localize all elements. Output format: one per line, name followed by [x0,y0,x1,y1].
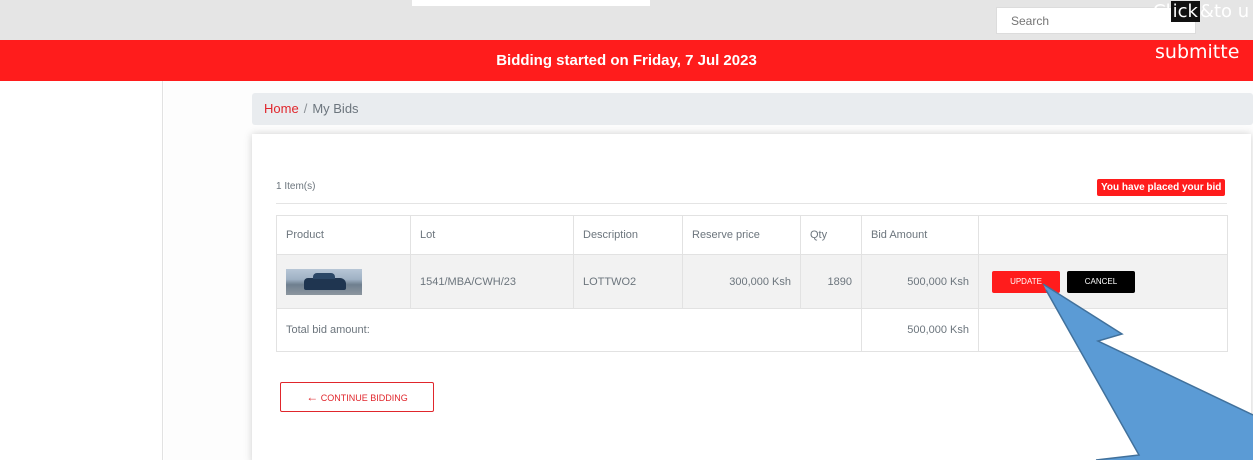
bid-amount-cell: 500,000 Ksh [861,254,979,309]
total-label: Total bid amount: [276,308,862,352]
bids-table: Product Lot Description Reserve price Qt… [276,215,1228,352]
lot-cell: 1541/MBA/CWH/23 [410,254,574,309]
table-row: 1541/MBA/CWH/23 LOTTWO2 300,000 Ksh 1890… [276,254,1228,309]
total-row: Total bid amount: 500,000 Ksh [276,308,1228,352]
left-sidebar [0,81,163,460]
col-header-bid-amount: Bid Amount [861,215,979,255]
breadcrumb-separator: / [303,101,308,116]
divider [276,203,1227,204]
col-header-actions [978,215,1228,255]
breadcrumb-current: My Bids [312,101,359,116]
total-value: 500,000 Ksh [861,308,979,352]
col-header-description: Description [573,215,683,255]
bidding-banner-text: Bidding started on Friday, 7 Jul 2023 [496,52,757,69]
breadcrumb: Home / My Bids [252,93,1253,125]
description-cell: LOTTWO2 [573,254,683,309]
overlay-caption-line2: submitte [1155,41,1240,63]
car-icon [304,272,346,290]
continue-bidding-button[interactable]: ← CONTINUE BIDDING [280,382,434,412]
arrow-left-icon: ← [306,390,319,404]
reserve-price-cell: 300,000 Ksh [682,254,801,309]
top-tab-highlight [412,0,650,6]
items-count: 1 Item(s) [276,181,316,192]
breadcrumb-home-link[interactable]: Home [264,101,299,116]
col-header-qty: Qty [800,215,862,255]
continue-bidding-label: CONTINUE BIDDING [320,393,408,403]
overlay-caption-line1: Cl ick &to u [1153,1,1250,22]
status-badge: You have placed your bid [1097,179,1226,196]
total-empty-cell [978,308,1228,352]
cancel-button[interactable]: CANCEL [1067,270,1135,293]
table-header-row: Product Lot Description Reserve price Qt… [276,215,1228,255]
col-header-reserve-price: Reserve price [682,215,801,255]
actions-cell: UPDATE CANCEL [978,254,1228,309]
product-cell [276,254,411,309]
col-header-product: Product [276,215,411,255]
update-button[interactable]: UPDATE [992,270,1060,293]
col-header-lot: Lot [410,215,574,255]
product-thumbnail[interactable] [286,268,362,295]
qty-cell: 1890 [800,254,862,309]
